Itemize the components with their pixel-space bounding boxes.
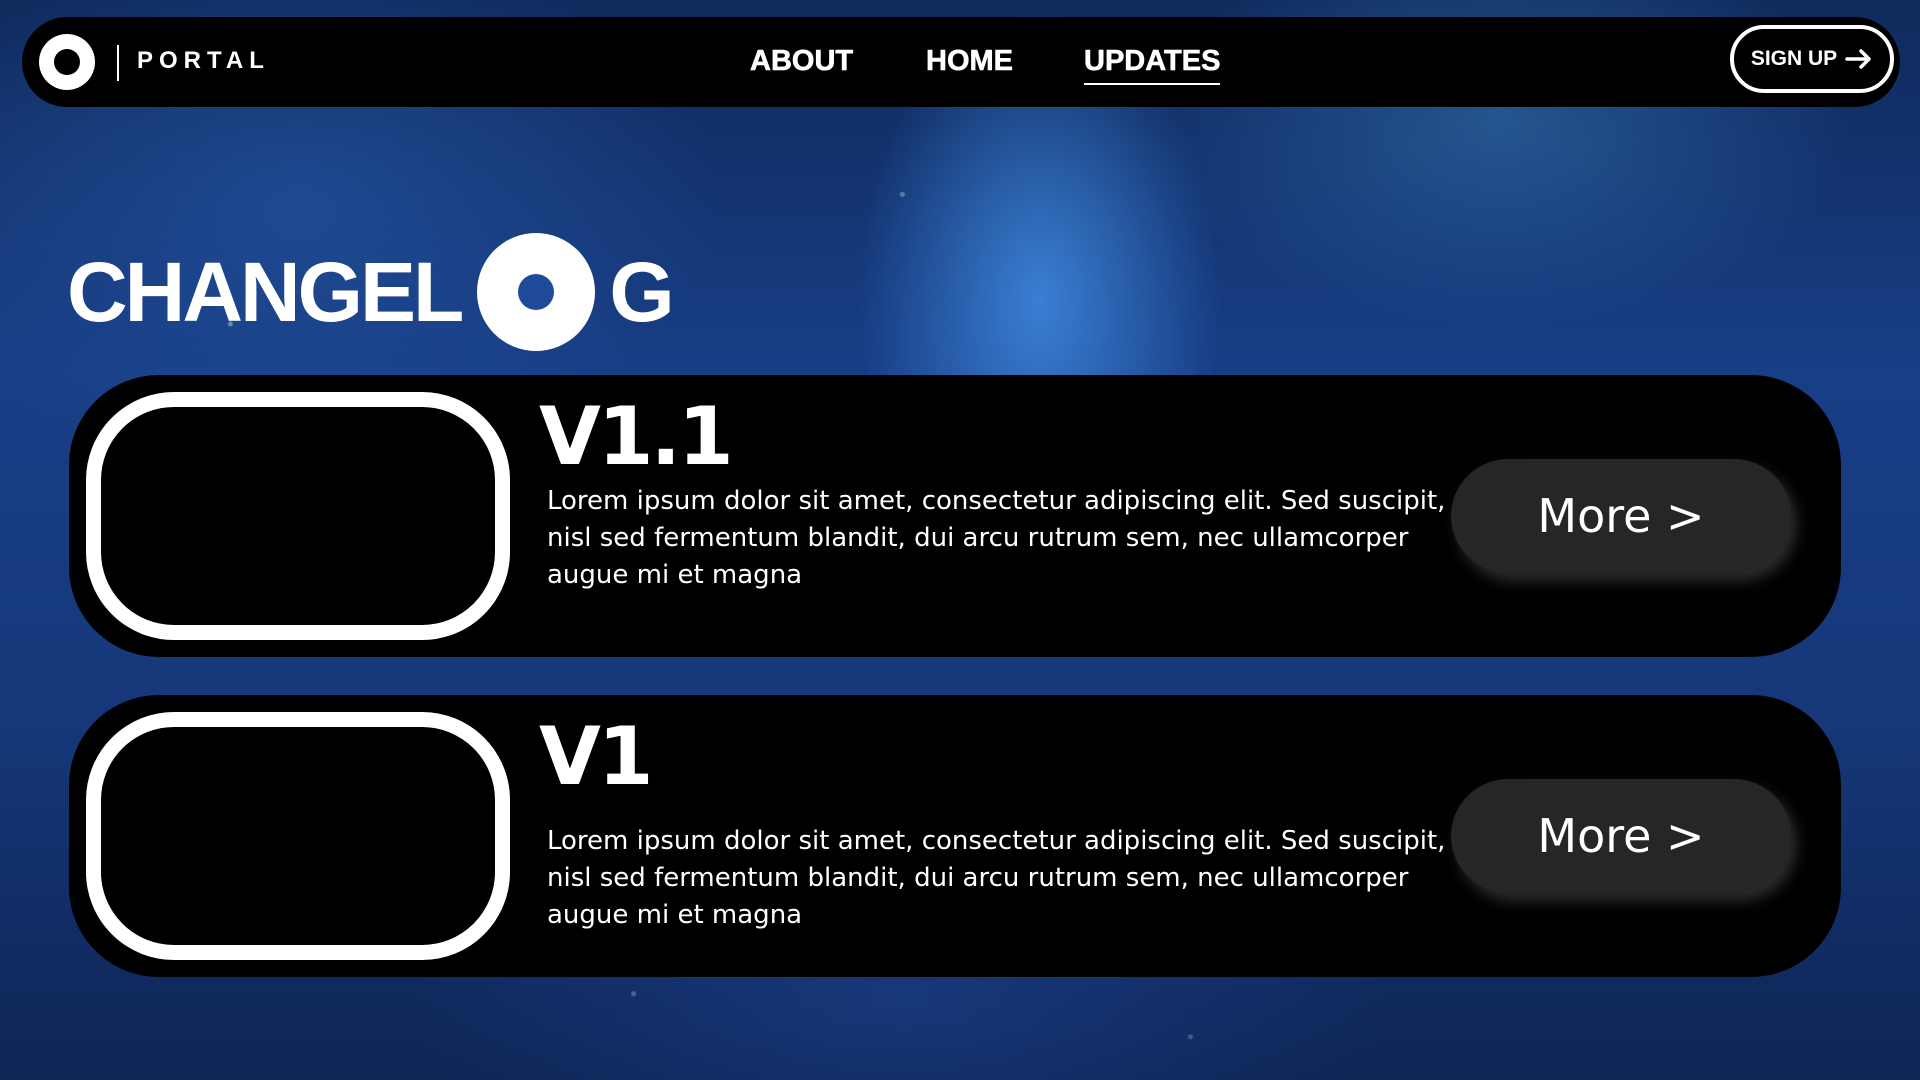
entry-description: Lorem ipsum dolor sit amet, consectetur …: [547, 486, 1446, 590]
entry-thumbnail: [86, 712, 510, 960]
entry-version: V1: [539, 710, 654, 803]
entry-version: V1.1: [539, 390, 734, 483]
changelog-entry-v1-1: V1.1 Lorem ipsum dolor sit amet, consect…: [69, 375, 1841, 657]
changelog-entry-v1: V1 Lorem ipsum dolor sit amet, consectet…: [69, 695, 1841, 977]
nav-link-updates[interactable]: UPDATES: [1084, 41, 1221, 85]
brand-name[interactable]: PORTAL: [137, 47, 270, 75]
title-prefix: CHANGEL: [67, 245, 464, 339]
nav-link-home[interactable]: HOME: [926, 41, 1014, 81]
arrow-right-icon: [1845, 49, 1871, 69]
entry-description: Lorem ipsum dolor sit amet, consectetur …: [547, 826, 1446, 930]
top-navbar: PORTAL ABOUT HOME UPDATES SIGN UP: [22, 17, 1900, 107]
brand-divider: [117, 45, 119, 81]
page-title: CHANGEL G: [67, 232, 675, 352]
title-suffix: G: [609, 245, 674, 339]
entry-thumbnail: [86, 392, 510, 640]
sign-up-label: SIGN UP: [1750, 47, 1838, 70]
more-button[interactable]: More >: [1451, 459, 1791, 573]
changelog-o-icon: [477, 233, 596, 351]
nav-link-about[interactable]: ABOUT: [750, 41, 854, 81]
sign-up-button[interactable]: SIGN UP: [1730, 25, 1894, 93]
portal-logo-icon[interactable]: [39, 34, 95, 90]
more-button[interactable]: More >: [1451, 779, 1791, 893]
